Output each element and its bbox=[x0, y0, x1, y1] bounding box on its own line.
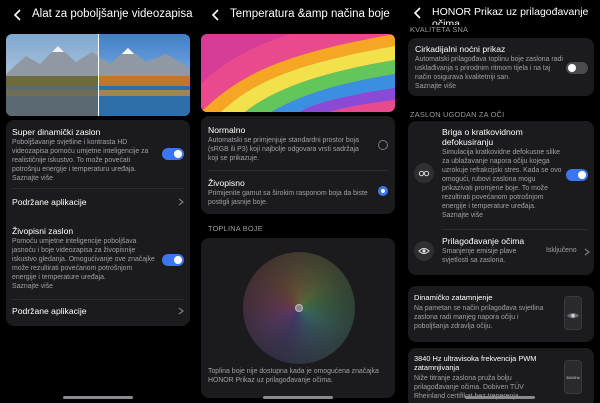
back-arrow-icon[interactable] bbox=[410, 6, 424, 20]
eye-icon bbox=[414, 241, 434, 261]
super-hdr-title: Super dinamički zaslon bbox=[12, 127, 101, 137]
color-mode-panel: Temperatura &amp načina boje Normalno Au… bbox=[198, 0, 398, 403]
landscape-preview-image bbox=[6, 34, 190, 116]
vivid-display-card: Živopisni zaslon Pomoću umjetne intelige… bbox=[6, 220, 190, 326]
comparison-divider bbox=[98, 34, 99, 116]
supported-apps-link-2[interactable]: Podržane aplikacije bbox=[12, 306, 87, 316]
super-hdr-desc: Poboljšavanje svjetline i kontrasta HD v… bbox=[12, 139, 149, 173]
back-arrow-icon[interactable] bbox=[208, 8, 222, 22]
video-enhancer-panel: Alat za poboljšanje videozapisa Super di… bbox=[0, 0, 196, 403]
glasses-icon bbox=[414, 163, 434, 183]
vivid-display-toggle[interactable] bbox=[162, 254, 184, 266]
header: Alat za poboljšanje videozapisa bbox=[0, 0, 196, 30]
vivid-display-desc: Pomoću umjetne inteligencije poboljšava … bbox=[12, 238, 155, 281]
color-wave-preview-image bbox=[201, 34, 395, 112]
color-temp-disabled-note: Toplina boje nije dostupna kada je omogu… bbox=[208, 368, 379, 384]
pwm-dimming-title: 3840 Hz ultravisoka frekvencija PWM zata… bbox=[414, 354, 537, 372]
chevron-right-icon bbox=[178, 198, 184, 206]
phone-pwm-illustration: 3840Hz bbox=[564, 360, 582, 394]
header: HONOR Prikaz uz prilagođavanje očima bbox=[400, 0, 600, 40]
mode-option-normal[interactable]: Normalno Automatski se primjenjuje stand… bbox=[208, 125, 368, 164]
eye-comfort-status: Isključeno bbox=[546, 247, 577, 254]
pwm-dimming-card[interactable]: 3840 Hz ultravisoka frekvencija PWM zata… bbox=[408, 348, 594, 403]
color-temperature-wheel[interactable] bbox=[243, 252, 355, 364]
eye-care-section-label: ZASLON UGODAN ZA OČI bbox=[410, 110, 505, 119]
eye-comfort-row[interactable]: Prilagođavanje očima Smanjenje emisije p… bbox=[442, 236, 542, 266]
color-mode-card: Normalno Automatski se primjenjuje stand… bbox=[201, 116, 395, 214]
myopia-care-learn-more-link[interactable]: Saznajte više bbox=[442, 212, 562, 221]
sleep-quality-section-label: KVALITETA SNA bbox=[410, 25, 473, 34]
super-hdr-learn-more-link[interactable]: Saznajte više bbox=[12, 175, 158, 184]
circadian-learn-more-link[interactable]: Saznajte više bbox=[415, 83, 563, 92]
myopia-care-toggle[interactable] bbox=[566, 169, 588, 181]
vivid-radio[interactable] bbox=[378, 186, 388, 196]
eye-care-card: Briga o kratkovidnom defokusiranju Simul… bbox=[408, 121, 594, 275]
super-hdr-card: Super dinamički zaslon Poboljšavanje svj… bbox=[6, 120, 190, 236]
page-title: Temperatura &amp načina boje bbox=[230, 8, 390, 21]
mode-option-vivid[interactable]: Živopisno Primijenite gamut sa širokim r… bbox=[208, 178, 368, 208]
circadian-title: Cirkadijalni noćni prikaz bbox=[415, 44, 506, 54]
phone-dimming-illustration bbox=[564, 296, 582, 330]
back-arrow-icon[interactable] bbox=[10, 8, 24, 22]
color-temp-section-label: TOPLINA BOJE bbox=[208, 224, 263, 233]
circadian-toggle[interactable] bbox=[566, 62, 588, 74]
circadian-card: Cirkadijalni noćni prikaz Automatski pri… bbox=[408, 38, 594, 96]
vivid-display-learn-more-link[interactable]: Saznajte više bbox=[12, 283, 158, 292]
wheel-center-handle[interactable] bbox=[295, 304, 303, 312]
pwm-thumb-label: 3840Hz bbox=[566, 375, 580, 380]
myopia-care-title: Briga o kratkovidnom defokusiranju bbox=[442, 127, 523, 147]
super-hdr-toggle[interactable] bbox=[162, 148, 184, 160]
myopia-care-desc: Simulacija kratkovidne defokusne slike z… bbox=[442, 149, 562, 210]
color-temp-card: Toplina boje nije dostupna kada je omogu… bbox=[201, 238, 395, 398]
home-indicator[interactable] bbox=[263, 396, 333, 399]
dynamic-dimming-desc: Na pametan se način prilagođava svjetlin… bbox=[414, 305, 544, 330]
eye-comfort-panel: HONOR Prikaz uz prilagođavanje očima KVA… bbox=[400, 0, 600, 403]
header: Temperatura &amp načina boje bbox=[198, 0, 398, 30]
normal-radio[interactable] bbox=[378, 140, 388, 150]
page-title: Alat za poboljšanje videozapisa bbox=[32, 8, 193, 21]
chevron-right-icon bbox=[178, 307, 184, 315]
dynamic-dimming-card[interactable]: Dinamičko zatamnjenje Na pametan se nači… bbox=[408, 286, 594, 342]
dynamic-dimming-title: Dinamičko zatamnjenje bbox=[414, 293, 493, 302]
circadian-desc: Automatski prilagođava toplinu boje zasl… bbox=[415, 56, 563, 81]
chevron-right-icon bbox=[584, 248, 590, 256]
home-indicator[interactable] bbox=[465, 396, 535, 399]
home-indicator[interactable] bbox=[63, 396, 133, 399]
vivid-display-title: Živopisni zaslon bbox=[12, 226, 74, 236]
supported-apps-link[interactable]: Podržane aplikacije bbox=[12, 197, 87, 207]
